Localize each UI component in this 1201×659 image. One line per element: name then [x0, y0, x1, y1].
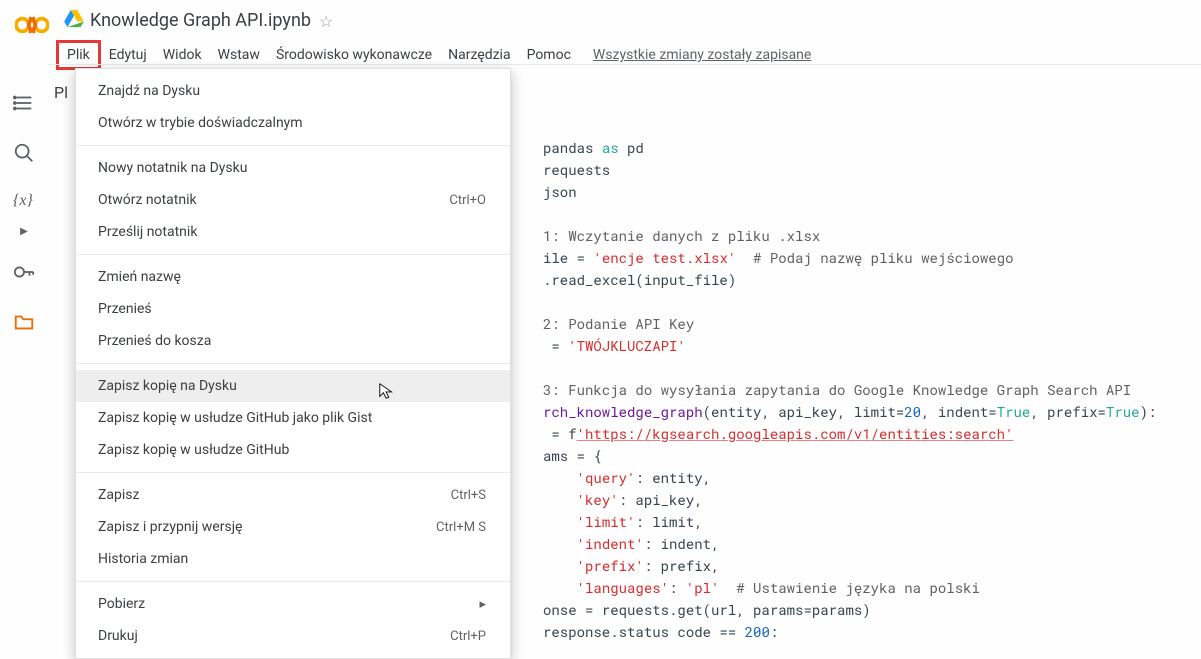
header: Knowledge Graph API.ipynb ☆ Plik Edytuj … [0, 0, 1201, 64]
menu-open-notebook[interactable]: Otwórz notatnikCtrl+O [76, 184, 510, 216]
cursor-icon [378, 382, 396, 400]
menu-save-pin[interactable]: Zapisz i przypnij wersjęCtrl+M S [76, 511, 510, 543]
menu-save-copy-gist[interactable]: Zapisz kopię w usłudze GitHub jako plik … [76, 402, 510, 434]
search-icon[interactable] [13, 142, 35, 168]
chevron-right-icon[interactable]: ▶ [20, 226, 28, 237]
code-cell[interactable]: pandas as pd requests json 1: Wczytanie … [543, 137, 1156, 643]
folder-icon[interactable] [13, 311, 35, 337]
notebook-title[interactable]: Knowledge Graph API.ipynb [90, 10, 311, 31]
menu-find-drive[interactable]: Znajdź na Dysku [76, 75, 510, 107]
menu-save-copy-drive[interactable]: Zapisz kopię na Dysku [76, 370, 510, 402]
colab-logo [8, 6, 56, 36]
toc-icon[interactable] [13, 92, 35, 118]
menu-save-copy-github[interactable]: Zapisz kopię w usłudze GitHub [76, 434, 510, 466]
menu-rename[interactable]: Zmień nazwę [76, 261, 510, 293]
variables-icon[interactable]: {x} [13, 192, 35, 214]
menu-new-notebook[interactable]: Nowy notatnik na Dysku [76, 152, 510, 184]
menu-move[interactable]: Przenieś [76, 293, 510, 325]
menu-history[interactable]: Historia zmian [76, 543, 510, 575]
menu-open-playground[interactable]: Otwórz w trybie doświadczalnym [76, 107, 510, 139]
secrets-icon[interactable] [13, 261, 35, 287]
menu-print[interactable]: DrukujCtrl+P [76, 620, 510, 652]
drive-icon [64, 10, 84, 32]
menu-save[interactable]: ZapiszCtrl+S [76, 479, 510, 511]
star-icon[interactable]: ☆ [319, 12, 333, 31]
menu-upload-notebook[interactable]: Prześlij notatnik [76, 216, 510, 248]
menu-download[interactable]: Pobierz▸ [76, 588, 510, 620]
left-sidebar: {x} ▶ [0, 64, 48, 650]
file-menu-dropdown: Znajdź na Dysku Otwórz w trybie doświadc… [75, 68, 511, 659]
panel-header: Pl [54, 83, 68, 102]
menu-trash[interactable]: Przenieś do kosza [76, 325, 510, 357]
